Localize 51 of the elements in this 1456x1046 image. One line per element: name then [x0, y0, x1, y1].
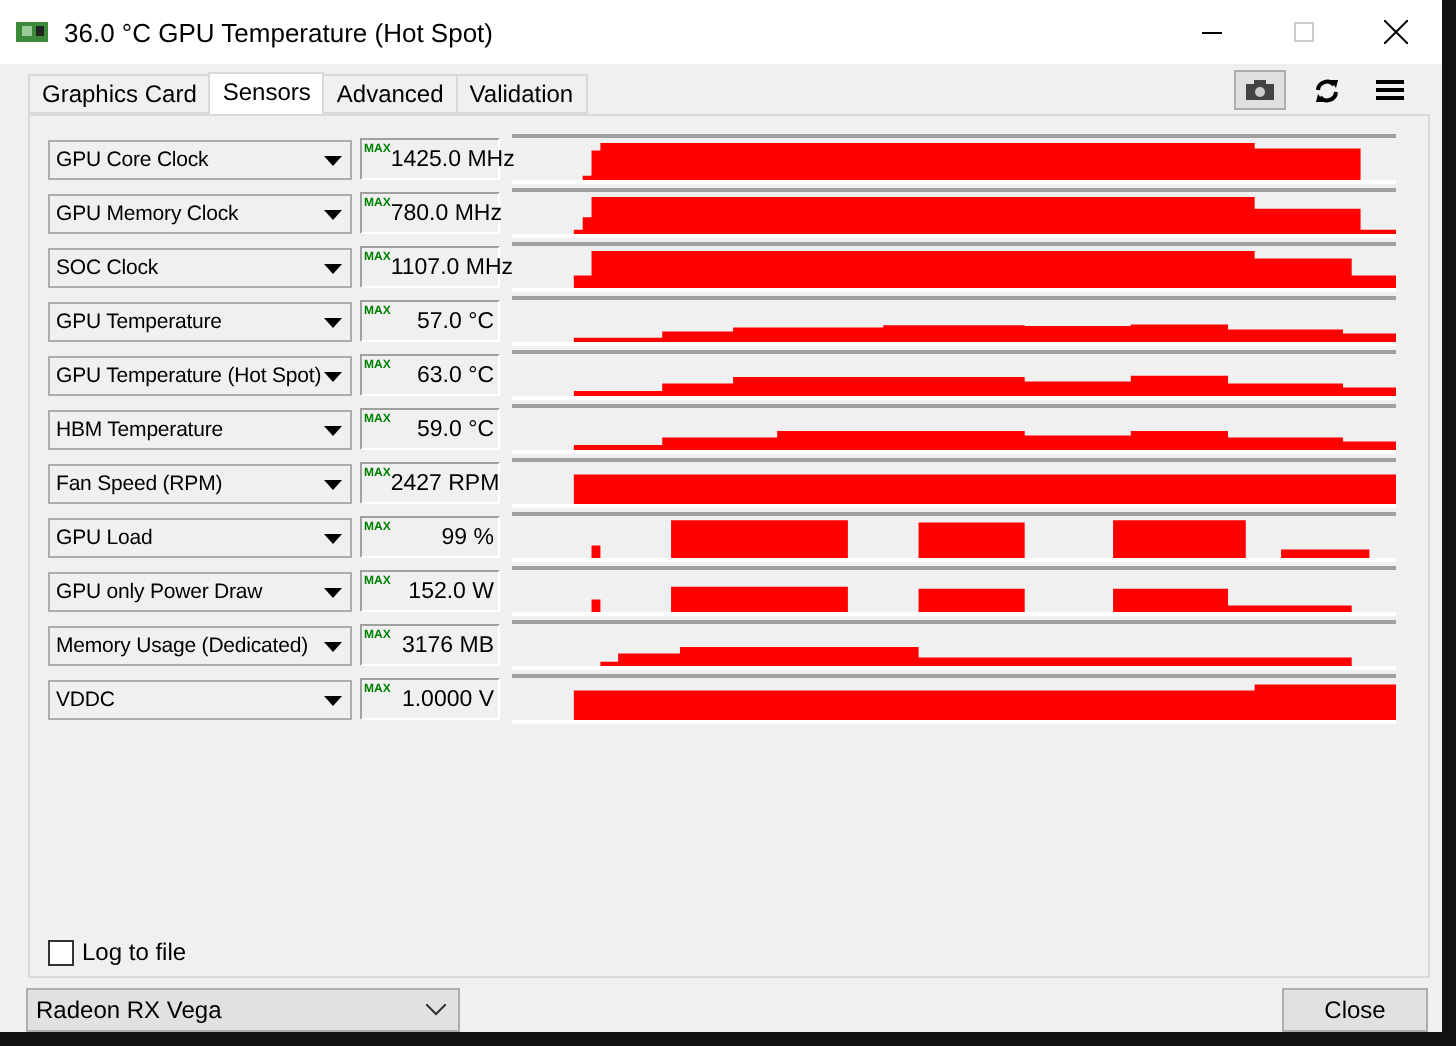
caret-icon [324, 587, 342, 597]
tab[interactable]: Validation [455, 74, 588, 114]
sensor-dropdown[interactable]: GPU Core Clock [48, 139, 352, 179]
sensor-dropdown[interactable]: HBM Temperature [48, 409, 352, 449]
maximize-icon [1294, 22, 1314, 42]
sensor-value: 152.0 W [408, 579, 494, 603]
sensor-value: 1107.0 MHz [390, 255, 513, 279]
caret-icon [324, 155, 342, 165]
sensor-value: 3176 MB [401, 633, 494, 657]
caret-icon [324, 263, 342, 273]
sensor-value: 1425.0 MHz [390, 147, 515, 171]
chevron-icon [426, 1004, 446, 1016]
sensor-value: 2427 RPM [390, 471, 500, 495]
camera-icon [1246, 80, 1274, 100]
sensor-dropdown[interactable]: GPU Temperature [48, 301, 352, 341]
gpu-select[interactable]: Radeon RX Vega [26, 988, 460, 1032]
graphics-card-icon [16, 20, 48, 44]
checkbox[interactable] [48, 939, 74, 965]
minimize-icon [1202, 31, 1222, 33]
tab[interactable]: Advanced [322, 74, 458, 114]
close-icon [1384, 20, 1408, 44]
camera-button[interactable] [1234, 70, 1286, 110]
caret-icon [324, 479, 342, 489]
caret-icon [324, 695, 342, 705]
caret-icon [324, 425, 342, 435]
window-title: 36.0 °C GPU Temperature (Hot Spot) [64, 17, 495, 47]
sensor-value: 1.0000 V [401, 687, 494, 711]
caret-icon [324, 209, 342, 219]
checkbox-label: Log to file [82, 938, 187, 966]
menu-lines-icon [1376, 78, 1404, 102]
sensor-dropdown[interactable]: GPU only Power Draw [48, 571, 352, 611]
caret-icon [324, 641, 342, 651]
caret-icon [324, 317, 342, 327]
sensor-dropdown[interactable]: SOC Clock [48, 247, 352, 287]
sensor-dropdown[interactable]: GPU Memory Clock [48, 193, 352, 233]
sensor-dropdown[interactable]: GPU Load [48, 517, 352, 557]
caret-icon [324, 533, 342, 543]
tab[interactable]: Graphics Card [28, 74, 211, 114]
sensor-value: 59.0 °C [417, 417, 494, 441]
close-dialog-button[interactable]: Close [1282, 988, 1428, 1032]
sensor-value: 780.0 MHz [390, 201, 502, 225]
refresh-icon [1313, 77, 1339, 103]
sensor-dropdown[interactable]: VDDC [48, 679, 352, 719]
sensor-dropdown[interactable]: Fan Speed (RPM) [48, 463, 352, 503]
sensor-value: 99 % [441, 525, 494, 549]
sensor-value: 57.0 °C [417, 309, 494, 333]
sensor-dropdown[interactable]: Memory Usage (Dedicated) [48, 625, 352, 665]
sensor-value: 63.0 °C [417, 363, 494, 387]
caret-icon [324, 371, 342, 381]
sensor-dropdown[interactable]: GPU Temperature (Hot Spot) [48, 355, 352, 395]
tab[interactable]: Sensors [208, 72, 325, 114]
